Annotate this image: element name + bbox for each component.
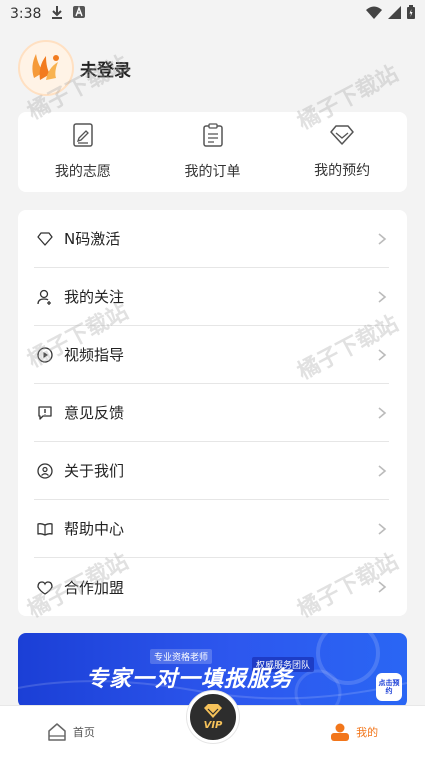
quick-actions-card: 我的志愿 我的订单 我的预约 <box>18 112 407 192</box>
login-status[interactable]: 未登录 <box>80 56 131 81</box>
diamond-outline-icon <box>34 228 56 250</box>
menu-item-help-center[interactable]: 帮助中心 <box>34 500 389 558</box>
chevron-right-icon <box>378 406 387 419</box>
profile-header[interactable]: 未登录 <box>0 28 425 108</box>
tab-home[interactable]: 首页 <box>0 722 142 742</box>
battery-icon <box>407 5 415 23</box>
vip-button[interactable]: VIP <box>187 691 239 743</box>
app-notification-icon <box>73 6 86 22</box>
quick-action-label: 我的志愿 <box>54 164 111 180</box>
user-follow-icon <box>34 286 56 308</box>
quick-action-label: 我的预约 <box>314 163 371 179</box>
menu-item-n-code-activation[interactable]: N码激活 <box>34 210 389 268</box>
quick-action-my-volunteer[interactable]: 我的志愿 <box>18 112 148 192</box>
status-time: 3:38 <box>10 6 42 22</box>
wifi-icon <box>366 6 382 23</box>
banner-cta-button[interactable]: 点击预约 <box>376 673 402 701</box>
home-icon <box>48 722 66 741</box>
menu-item-label: 视频指导 <box>64 346 125 364</box>
menu-item-label: 关于我们 <box>64 462 125 480</box>
diamond-icon <box>329 124 355 150</box>
menu-item-video-guidance[interactable]: 视频指导 <box>34 326 389 384</box>
signal-icon <box>388 5 401 23</box>
quick-action-my-orders[interactable]: 我的订单 <box>148 112 278 192</box>
menu-item-label: N码激活 <box>64 230 121 248</box>
download-icon <box>51 5 63 23</box>
feedback-icon <box>34 402 56 424</box>
menu-item-label: 合作加盟 <box>64 578 125 597</box>
menu-item-label: 我的关注 <box>64 288 125 306</box>
menu-item-label: 意见反馈 <box>64 404 125 422</box>
about-icon <box>34 460 56 482</box>
vip-diamond-icon <box>204 704 222 718</box>
book-icon <box>34 518 56 540</box>
settings-menu: N码激活 我的关注 视频指导 意见反馈 关于我们 帮助中心 合作加盟 <box>18 210 407 616</box>
menu-item-my-follows[interactable]: 我的关注 <box>34 268 389 326</box>
bird-logo-icon <box>32 54 59 80</box>
chevron-right-icon <box>378 232 387 245</box>
banner-title: 专家一对一填报服务 <box>86 667 294 692</box>
status-bar: 3:38 <box>0 0 425 28</box>
tab-label: 首页 <box>72 725 95 739</box>
menu-item-cooperation[interactable]: 合作加盟 <box>34 558 389 616</box>
quick-action-label: 我的订单 <box>184 164 241 180</box>
chevron-right-icon <box>378 581 387 593</box>
handshake-icon <box>34 576 56 598</box>
video-play-icon <box>34 344 56 366</box>
vip-label: VIP <box>203 720 223 731</box>
chevron-right-icon <box>378 464 387 477</box>
edit-document-icon <box>72 123 94 151</box>
chevron-right-icon <box>378 290 387 303</box>
menu-item-label: 帮助中心 <box>64 520 125 538</box>
chevron-right-icon <box>378 522 387 535</box>
menu-item-feedback[interactable]: 意见反馈 <box>34 384 389 442</box>
avatar[interactable] <box>18 40 74 96</box>
clipboard-list-icon <box>202 123 224 151</box>
user-icon <box>331 723 350 741</box>
menu-item-about-us[interactable]: 关于我们 <box>34 442 389 500</box>
tab-mine[interactable]: 我的 <box>283 722 425 742</box>
chevron-right-icon <box>378 348 387 361</box>
quick-action-my-appointments[interactable]: 我的预约 <box>277 112 407 192</box>
tab-label: 我的 <box>356 725 379 739</box>
